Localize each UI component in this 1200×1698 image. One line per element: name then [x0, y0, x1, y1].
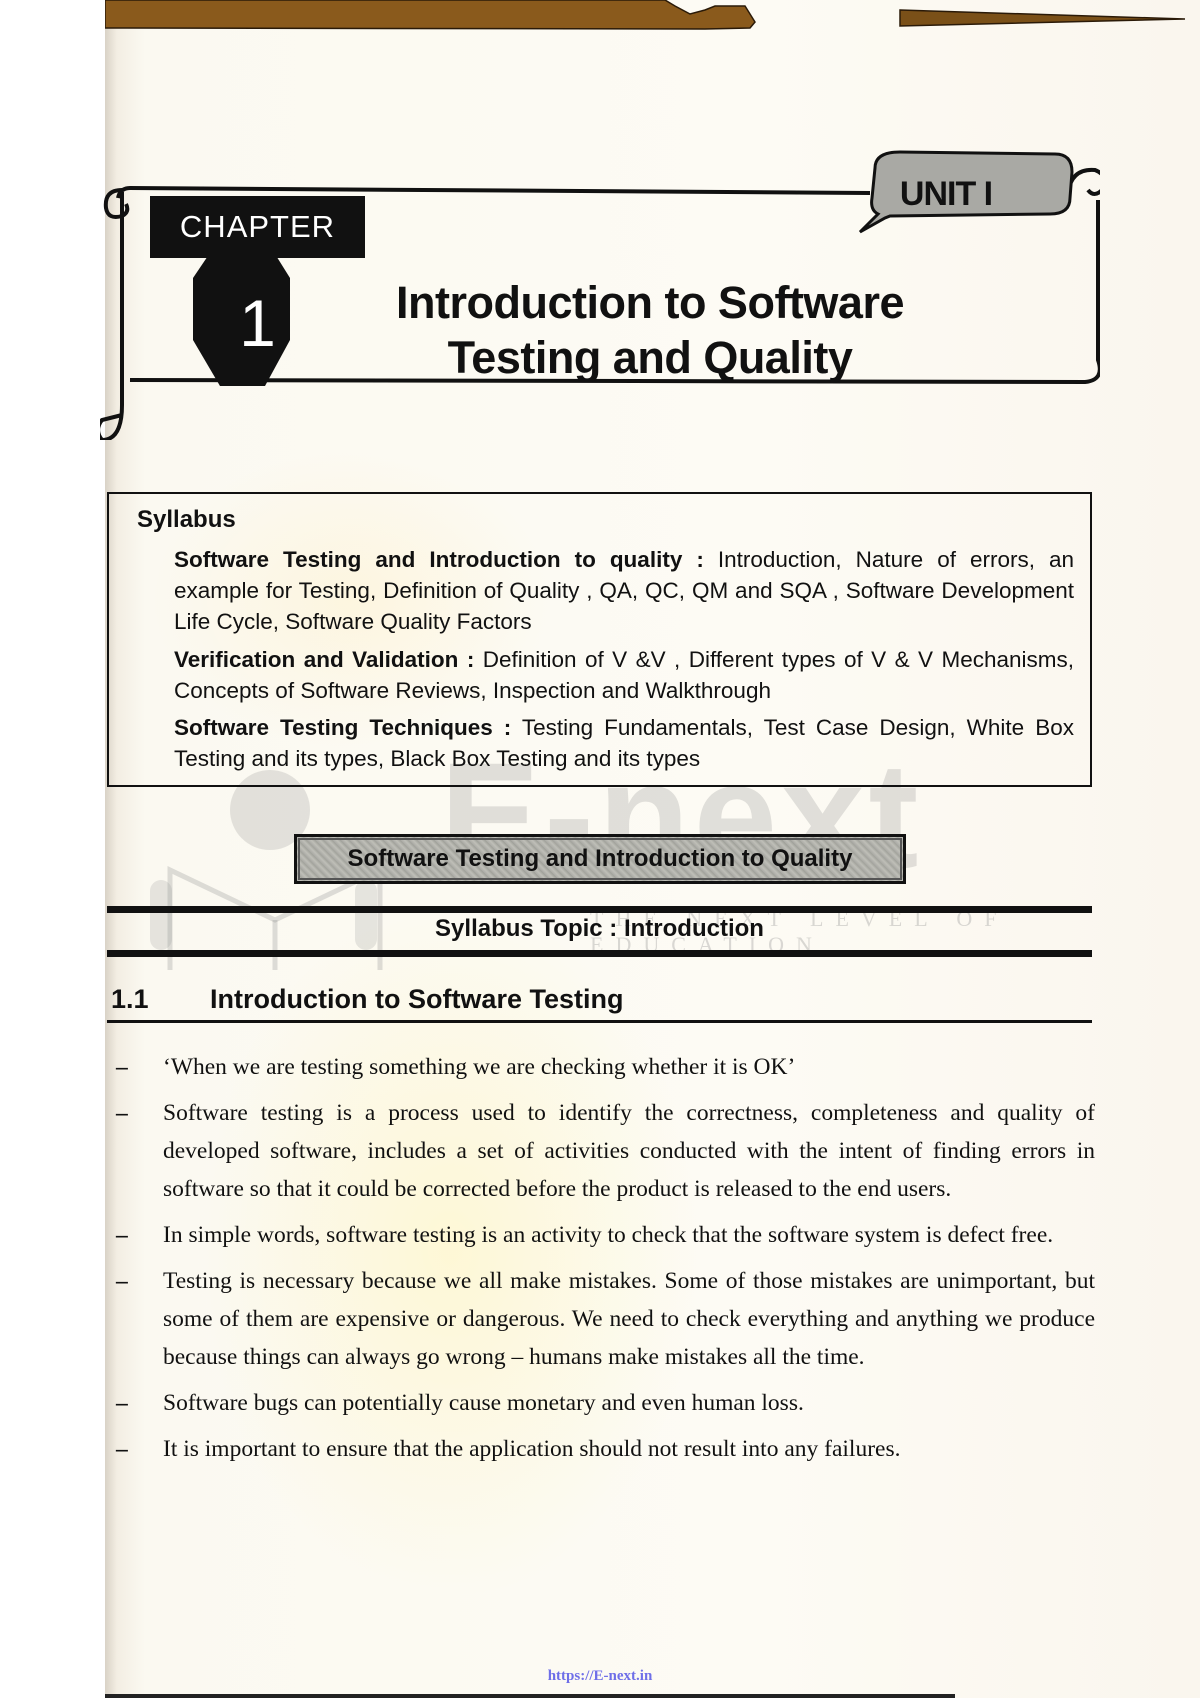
page-bottom-edge	[105, 1694, 955, 1698]
topic-rule-top	[107, 906, 1092, 913]
dash-bullet-icon: –	[116, 1436, 128, 1462]
syllabus-item: Software Testing and Introduction to qua…	[174, 544, 1074, 637]
list-item-text: Software testing is a process used to id…	[163, 1100, 1095, 1202]
dash-bullet-icon: –	[116, 1222, 128, 1248]
dash-bullet-icon: –	[116, 1390, 128, 1416]
chapter-number: 1	[239, 285, 276, 360]
section-title-box: Software Testing and Introduction to Qua…	[294, 834, 906, 884]
list-item: – Software bugs can potentially cause mon…	[110, 1384, 1095, 1422]
list-item: – ‘When we are testing something we are c…	[110, 1048, 1095, 1086]
syllabus-item: Software Testing Techniques : Testing Fu…	[174, 712, 1074, 774]
chapter-title: Introduction to Software Testing and Qua…	[360, 275, 940, 385]
chapter-label: CHAPTER	[150, 196, 365, 258]
dash-bullet-icon: –	[116, 1268, 128, 1294]
section-heading: Introduction to Software Testing	[210, 984, 624, 1014]
list-item-text: Testing is necessary because we all make…	[163, 1268, 1095, 1370]
chapter-title-line-2: Testing and Quality	[447, 332, 853, 383]
list-item: – It is important to ensure that the appl…	[110, 1430, 1095, 1468]
syllabus-heading: Syllabus	[137, 506, 236, 533]
dash-bullet-icon: –	[116, 1054, 128, 1080]
syllabus-box: Syllabus Software Testing and Introducti…	[107, 492, 1092, 787]
heading-rule	[107, 1020, 1092, 1023]
syllabus-item-title: Software Testing Techniques :	[174, 715, 512, 740]
dash-bullet-icon: –	[116, 1100, 128, 1126]
section-number: 1.1	[111, 984, 149, 1014]
list-item-text: Software bugs can potentially cause mone…	[163, 1390, 804, 1416]
syllabus-topic: Syllabus Topic : Introduction	[435, 915, 764, 942]
unit-badge: UNIT I	[899, 175, 993, 213]
list-item: – Testing is necessary because we all mak…	[110, 1262, 1095, 1376]
list-item-text: In simple words, software testing is an …	[163, 1222, 1054, 1248]
list-item: – Software testing is a process used to i…	[110, 1094, 1095, 1208]
syllabus-item: Verification and Validation : Definition…	[174, 644, 1074, 706]
chapter-title-line-1: Introduction to Software	[396, 277, 904, 328]
footer-link[interactable]: https://E-next.in	[0, 1668, 1200, 1685]
syllabus-item-title: Verification and Validation :	[174, 647, 475, 672]
topic-rule-bottom	[107, 950, 1092, 957]
list-item-text: It is important to ensure that the appli…	[163, 1436, 901, 1462]
list-item-text: ‘When we are testing something we are ch…	[163, 1054, 796, 1080]
list-item: – In simple words, software testing is an…	[110, 1216, 1095, 1254]
syllabus-item-title: Software Testing and Introduction to qua…	[174, 547, 704, 572]
bullet-list: – ‘When we are testing something we are c…	[110, 1048, 1095, 1476]
torn-top-strip	[105, 0, 1186, 30]
